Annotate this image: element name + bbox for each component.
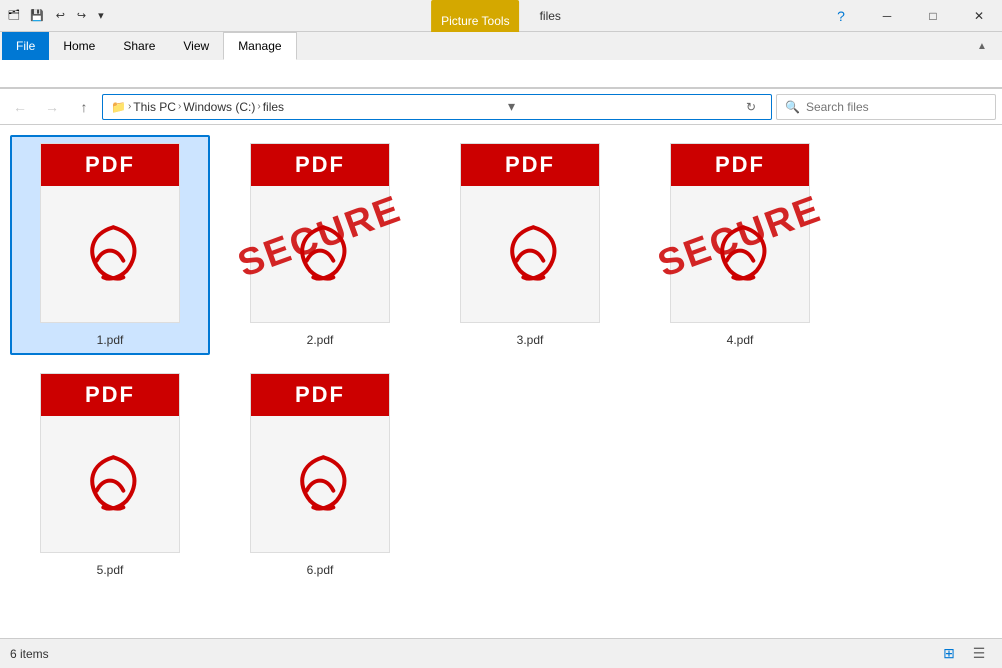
list-item[interactable]: PDF 3.pdf <box>430 135 630 355</box>
quick-access-undo[interactable]: ↩ <box>52 7 69 24</box>
adobe-logo <box>705 186 775 322</box>
ribbon: File Home Share View Manage ▲ <box>0 32 1002 89</box>
file-name-label: 1.pdf <box>97 333 124 347</box>
help-button[interactable]: ? <box>818 0 864 32</box>
breadcrumb-this-pc[interactable]: This PC <box>133 100 176 114</box>
pdf-file-icon: PDF SECURE <box>240 143 400 329</box>
adobe-logo <box>75 416 145 552</box>
page-body: PDF <box>250 373 390 553</box>
pdf-file-icon: PDF <box>240 373 400 559</box>
list-item[interactable]: PDF SECURE 2.pdf <box>220 135 420 355</box>
address-bar[interactable]: 📁 › This PC › Windows (C:) › files ▾ ↻ <box>102 94 772 120</box>
file-name-label: 6.pdf <box>307 563 334 577</box>
list-item[interactable]: PDF 5.pdf <box>10 365 210 585</box>
tab-view[interactable]: View <box>169 32 223 60</box>
adobe-logo <box>285 416 355 552</box>
ribbon-collapse-button[interactable]: ▲ <box>968 32 996 60</box>
page-body: PDF <box>40 373 180 553</box>
page-body: PDF SECURE <box>670 143 810 323</box>
pdf-label: PDF <box>671 144 809 186</box>
address-bar-area: ← → ↑ 📁 › This PC › Windows (C:) › files… <box>0 89 1002 125</box>
pdf-label: PDF <box>251 374 389 416</box>
pdf-label: PDF <box>461 144 599 186</box>
page-body: PDF <box>40 143 180 323</box>
page-body: PDF SECURE <box>250 143 390 323</box>
pdf-file-icon: PDF <box>30 373 190 559</box>
tab-share[interactable]: Share <box>109 32 169 60</box>
ribbon-tabs: File Home Share View Manage ▲ <box>0 32 1002 60</box>
search-icon: 🔍 <box>785 100 800 114</box>
main-content: PDF 1.pdf PDF SECURE 2.pdf PDF <box>0 125 1002 639</box>
picture-tools-tab[interactable]: Picture Tools <box>431 0 519 32</box>
file-name-label: 2.pdf <box>307 333 334 347</box>
adobe-logo <box>75 186 145 322</box>
breadcrumb: 📁 › This PC › Windows (C:) › files <box>111 100 284 114</box>
close-button[interactable]: ✕ <box>956 0 1002 32</box>
forward-button[interactable]: → <box>38 93 66 121</box>
search-bar[interactable]: 🔍 <box>776 94 996 120</box>
pdf-label: PDF <box>41 144 179 186</box>
title-bar-title: Picture Tools files <box>431 0 571 32</box>
pdf-file-icon: PDF SECURE <box>660 143 820 329</box>
list-item[interactable]: PDF SECURE 4.pdf <box>640 135 840 355</box>
pdf-label: PDF <box>251 144 389 186</box>
maximize-button[interactable]: □ <box>910 0 956 32</box>
window-title: files <box>530 9 571 23</box>
item-count: 6 items <box>10 647 49 661</box>
quick-access-redo[interactable]: ↪ <box>73 7 90 24</box>
adobe-logo <box>285 186 355 322</box>
refresh-button[interactable]: ↻ <box>739 95 763 119</box>
status-bar: 6 items ⊞ ☰ <box>0 638 1002 668</box>
adobe-logo <box>495 186 565 322</box>
breadcrumb-files[interactable]: files <box>263 100 284 114</box>
address-dropdown-button[interactable]: ▾ <box>500 95 524 119</box>
list-item[interactable]: PDF 6.pdf <box>220 365 420 585</box>
quick-access-dropdown[interactable]: ▾ <box>94 7 108 24</box>
file-name-label: 5.pdf <box>97 563 124 577</box>
tab-home[interactable]: Home <box>49 32 109 60</box>
title-bar-left: 🗂 💾 ↩ ↪ ▾ <box>0 7 108 24</box>
breadcrumb-folder-icon: 📁 <box>111 100 126 114</box>
file-name-label: 4.pdf <box>727 333 754 347</box>
quick-access-save[interactable]: 💾 <box>26 7 48 24</box>
title-bar-controls: ? ─ □ ✕ <box>818 0 1002 32</box>
pdf-file-icon: PDF <box>30 143 190 329</box>
large-icons-view-button[interactable]: ⊞ <box>936 643 962 665</box>
tab-file[interactable]: File <box>2 32 49 60</box>
minimize-button[interactable]: ─ <box>864 0 910 32</box>
title-bar: 🗂 💾 ↩ ↪ ▾ Picture Tools files ? ─ □ ✕ <box>0 0 1002 32</box>
pdf-file-icon: PDF <box>450 143 610 329</box>
details-view-button[interactable]: ☰ <box>966 643 992 665</box>
file-name-label: 3.pdf <box>517 333 544 347</box>
list-item[interactable]: PDF 1.pdf <box>10 135 210 355</box>
back-button[interactable]: ← <box>6 93 34 121</box>
ribbon-content <box>0 60 1002 88</box>
view-controls: ⊞ ☰ <box>936 643 992 665</box>
app-icon: 🗂 <box>6 8 22 24</box>
page-body: PDF <box>460 143 600 323</box>
breadcrumb-windows-c[interactable]: Windows (C:) <box>183 100 255 114</box>
search-input[interactable] <box>806 100 987 114</box>
up-button[interactable]: ↑ <box>70 93 98 121</box>
tab-manage[interactable]: Manage <box>223 32 296 60</box>
pdf-label: PDF <box>41 374 179 416</box>
